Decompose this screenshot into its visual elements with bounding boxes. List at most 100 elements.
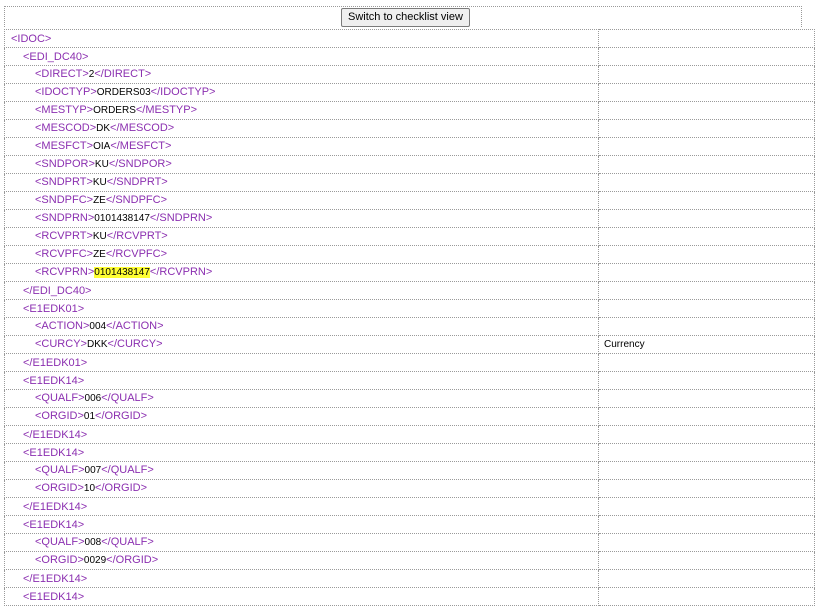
xml-close-tag: </MESFCT>	[110, 140, 172, 152]
xml-open-tag: <E1EDK14>	[23, 518, 85, 531]
field-description	[598, 479, 815, 498]
field-description	[598, 461, 815, 480]
xml-close-tag: </IDOCTYP>	[150, 86, 216, 98]
xml-row: <CURCY>DKK</CURCY> Currency	[4, 335, 815, 354]
field-description	[598, 389, 815, 408]
xml-cell: <MESCOD>DK</MESCOD>	[4, 119, 599, 138]
xml-row: <E1EDK14>	[4, 587, 815, 606]
xml-row: <ORGID>0029</ORGID>	[4, 551, 815, 570]
xml-close-tag: </RCVPRN>	[149, 266, 213, 278]
xml-close-tag: </ORGID>	[95, 482, 147, 494]
xml-value-highlighted: 0101438147	[94, 267, 150, 278]
xml-row: <E1EDK14>	[4, 515, 815, 534]
field-description	[598, 155, 815, 174]
xml-value: ZE	[93, 195, 106, 206]
xml-row: <RCVPRT>KU</RCVPRT>	[4, 227, 815, 246]
xml-cell: <E1EDK14>	[4, 587, 599, 606]
xml-close-tag: </ORGID>	[106, 554, 159, 566]
field-description	[598, 263, 815, 282]
xml-value: OIA	[93, 141, 111, 152]
field-description	[598, 47, 815, 66]
xml-cell: <CURCY>DKK</CURCY>	[4, 335, 599, 354]
xml-row: </E1EDK14>	[4, 569, 815, 588]
xml-open-tag: </EDI_DC40>	[23, 284, 92, 297]
xml-cell: <RCVPRN>0101438147</RCVPRN>	[4, 263, 599, 282]
xml-open-tag: <RCVPRN>	[35, 266, 95, 278]
field-description	[598, 317, 815, 336]
field-description	[598, 101, 815, 120]
xml-open-tag: <E1EDK14>	[23, 590, 85, 603]
field-description	[598, 209, 815, 228]
field-description	[598, 191, 815, 210]
field-description	[598, 425, 815, 444]
xml-close-tag: </MESTYP>	[135, 104, 198, 116]
xml-cell: <QUALF>006</QUALF>	[4, 389, 599, 408]
field-description	[598, 569, 815, 588]
xml-open-tag: <E1EDK14>	[23, 374, 85, 387]
field-description	[598, 83, 815, 102]
field-description	[598, 245, 815, 264]
xml-row: <IDOCTYP>ORDERS03</IDOCTYP>	[4, 83, 815, 102]
xml-cell: <ACTION>004</ACTION>	[4, 317, 599, 336]
xml-cell: <RCVPFC>ZE</RCVPFC>	[4, 245, 599, 264]
xml-cell: <SNDPRN>0101438147</SNDPRN>	[4, 209, 599, 228]
xml-close-tag: </QUALF>	[101, 536, 154, 548]
field-description	[598, 515, 815, 534]
xml-open-tag: <ORGID>	[35, 482, 84, 494]
xml-open-tag: <IDOC>	[11, 32, 52, 45]
xml-open-tag: <RCVPFC>	[35, 248, 94, 260]
xml-open-tag: <E1EDK14>	[23, 446, 85, 459]
xml-open-tag: <SNDPRN>	[35, 212, 95, 224]
xml-row: <RCVPFC>ZE</RCVPFC>	[4, 245, 815, 264]
xml-cell: <ORGID>01</ORGID>	[4, 407, 599, 426]
xml-cell: <ORGID>0029</ORGID>	[4, 551, 599, 570]
xml-close-tag: </SNDPFC>	[105, 194, 167, 206]
xml-value: 007	[84, 465, 102, 476]
xml-row: <QUALF>006</QUALF>	[4, 389, 815, 408]
xml-open-tag: <DIRECT>	[35, 68, 89, 80]
switch-to-checklist-button[interactable]: Switch to checklist view	[341, 8, 470, 27]
xml-close-tag: </DIRECT>	[94, 68, 152, 80]
xml-value: DK	[96, 123, 111, 134]
xml-close-tag: </MESCOD>	[110, 122, 175, 134]
xml-row: <SNDPOR>KU</SNDPOR>	[4, 155, 815, 174]
xml-open-tag: <ACTION>	[35, 320, 90, 332]
xml-open-tag: </E1EDK14>	[23, 428, 88, 441]
xml-value: DKK	[86, 339, 108, 350]
xml-row: <DIRECT>2</DIRECT>	[4, 65, 815, 84]
field-description	[598, 281, 815, 300]
xml-open-tag: <ORGID>	[35, 554, 84, 566]
xml-row: <QUALF>008</QUALF>	[4, 533, 815, 552]
field-description	[598, 353, 815, 372]
field-description	[598, 533, 815, 552]
xml-row: <SNDPFC>ZE</SNDPFC>	[4, 191, 815, 210]
xml-row: <E1EDK14>	[4, 443, 815, 462]
xml-open-tag: <CURCY>	[35, 338, 87, 350]
xml-value: 006	[84, 393, 102, 404]
xml-row: <QUALF>007</QUALF>	[4, 461, 815, 480]
xml-close-tag: </RCVPFC>	[105, 248, 167, 260]
xml-row: <ORGID>10</ORGID>	[4, 479, 815, 498]
xml-cell: </E1EDK14>	[4, 497, 599, 516]
xml-row: <IDOC>	[4, 29, 815, 48]
xml-open-tag: <SNDPOR>	[35, 158, 95, 170]
xml-open-tag: <MESCOD>	[35, 122, 97, 134]
field-description	[598, 173, 815, 192]
xml-cell: <EDI_DC40>	[4, 47, 599, 66]
xml-row: <MESTYP>ORDERS</MESTYP>	[4, 101, 815, 120]
xml-row: </E1EDK01>	[4, 353, 815, 372]
xml-cell: <RCVPRT>KU</RCVPRT>	[4, 227, 599, 246]
xml-value: ORDERS03	[96, 87, 151, 98]
xml-close-tag: </RCVPRT>	[106, 230, 168, 242]
xml-row: </E1EDK14>	[4, 425, 815, 444]
xml-row: <MESCOD>DK</MESCOD>	[4, 119, 815, 138]
xml-value: KU	[92, 231, 107, 242]
field-description	[598, 371, 815, 390]
xml-open-tag: <MESFCT>	[35, 140, 94, 152]
xml-cell: </E1EDK01>	[4, 353, 599, 372]
xml-close-tag: </QUALF>	[101, 464, 154, 476]
field-description	[598, 587, 815, 606]
xml-value: ORDERS	[93, 105, 136, 116]
xml-row: <SNDPRN>0101438147</SNDPRN>	[4, 209, 815, 228]
xml-close-tag: </SNDPRN>	[149, 212, 213, 224]
